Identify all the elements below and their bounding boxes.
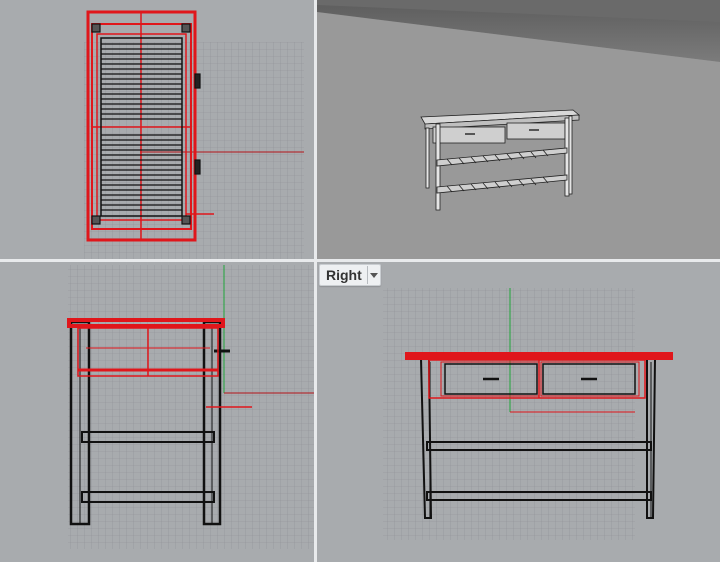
perspective-viewport[interactable] <box>317 0 720 259</box>
vertical-viewport-divider[interactable] <box>314 0 317 562</box>
construction-grid <box>383 288 635 540</box>
right-viewport[interactable]: Right <box>317 262 720 562</box>
front-viewport-canvas[interactable] <box>0 262 314 562</box>
construction-grid <box>68 265 314 549</box>
perspective-viewport-canvas[interactable] <box>317 0 720 259</box>
horizontal-viewport-divider[interactable] <box>0 259 720 262</box>
viewport-menu-arrow-icon[interactable] <box>366 266 380 284</box>
top-viewport[interactable] <box>0 0 314 259</box>
right-viewport-canvas[interactable] <box>317 262 720 562</box>
top-viewport-canvas[interactable] <box>0 0 314 259</box>
front-viewport[interactable] <box>0 262 314 562</box>
viewport-title-tab[interactable]: Right <box>319 264 381 286</box>
viewport-title-label[interactable]: Right <box>320 265 367 285</box>
